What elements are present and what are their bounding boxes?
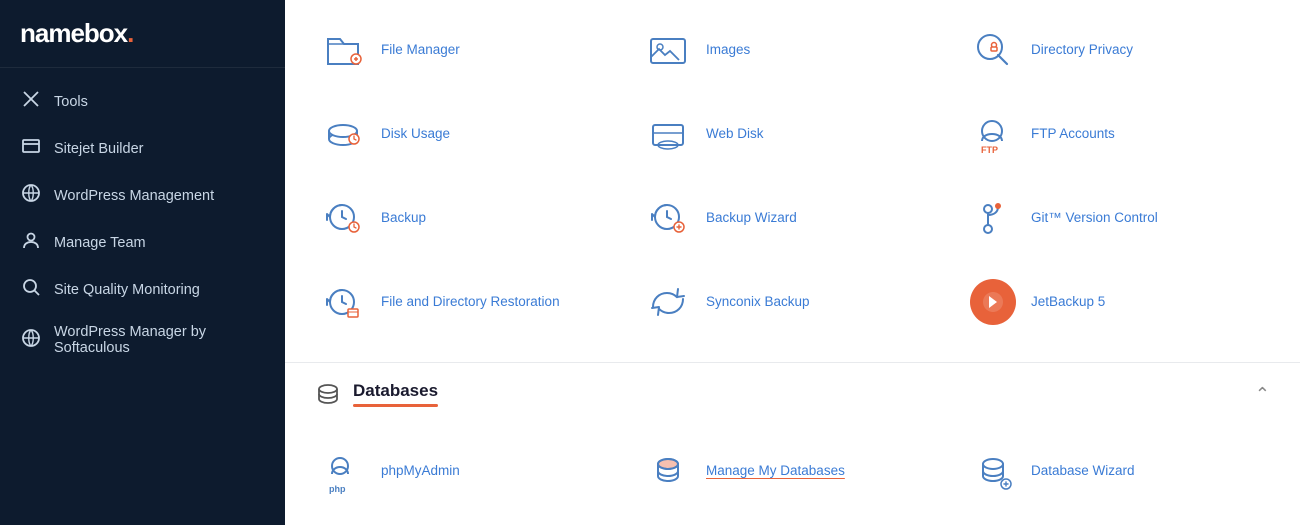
sidebar-item-tools[interactable]: Tools	[0, 78, 285, 125]
site-quality-label: Site Quality Monitoring	[54, 282, 200, 298]
manage-databases-icon	[644, 447, 692, 495]
sidebar-item-manage-team[interactable]: Manage Team	[0, 219, 285, 266]
file-manager-label: File Manager	[381, 41, 460, 59]
web-disk-label: Web Disk	[706, 125, 764, 143]
databases-grid: php phpMyAdmin Manage My Databases	[285, 421, 1300, 525]
databases-chevron[interactable]: ⌃	[1255, 384, 1270, 405]
backup-label: Backup	[381, 209, 426, 227]
web-disk-item[interactable]: Web Disk	[630, 94, 955, 174]
sidebar-item-wp-softaculous[interactable]: WordPress Manager by Softaculous	[0, 313, 285, 367]
file-manager-item[interactable]: File Manager	[305, 10, 630, 90]
backup-item[interactable]: Backup	[305, 178, 630, 258]
databases-section-header[interactable]: Databases ⌃	[285, 363, 1300, 421]
databases-icon	[315, 381, 341, 407]
database-wizard-item[interactable]: Database Wizard	[955, 431, 1280, 511]
svg-text:php: php	[329, 484, 346, 494]
site-quality-icon	[20, 277, 42, 302]
databases-section: Databases ⌃ php phpMyAdmin	[285, 363, 1300, 525]
sitejet-label: Sitejet Builder	[54, 141, 143, 157]
sidebar-item-site-quality[interactable]: Site Quality Monitoring	[0, 266, 285, 313]
images-label: Images	[706, 41, 750, 59]
main-content: File Manager Images	[285, 0, 1300, 525]
synconix-label: Synconix Backup	[706, 293, 810, 311]
ftp-accounts-label: FTP Accounts	[1031, 125, 1115, 143]
wordpress-label: WordPress Management	[54, 188, 214, 204]
wordpress-icon	[20, 183, 42, 208]
sidebar-item-sitejet[interactable]: Sitejet Builder	[0, 125, 285, 172]
sidebar-nav: Tools Sitejet Builder WordPress Manageme…	[0, 68, 285, 377]
tools-icon	[20, 89, 42, 114]
sidebar: namebox. Tools Sitejet Builder	[0, 0, 285, 525]
jetbackup5-label: JetBackup 5	[1031, 293, 1105, 311]
disk-usage-icon	[319, 110, 367, 158]
jetbackup-icon	[969, 278, 1017, 326]
wp-softaculous-icon	[20, 328, 42, 353]
manage-team-icon	[20, 230, 42, 255]
manage-databases-label: Manage My Databases	[706, 462, 845, 480]
images-item[interactable]: Images	[630, 10, 955, 90]
database-wizard-icon	[969, 447, 1017, 495]
manage-team-label: Manage Team	[54, 235, 146, 251]
files-section: File Manager Images	[285, 0, 1300, 363]
database-wizard-label: Database Wizard	[1031, 462, 1135, 480]
phpmyadmin-icon: php	[319, 447, 367, 495]
file-restore-icon	[319, 278, 367, 326]
phpmyadmin-item[interactable]: php phpMyAdmin	[305, 431, 630, 511]
images-icon	[644, 26, 692, 74]
logo-dot: .	[127, 18, 133, 48]
ftp-accounts-item[interactable]: FTP FTP Accounts	[955, 94, 1280, 174]
directory-privacy-icon	[969, 26, 1017, 74]
backup-wizard-item[interactable]: Backup Wizard	[630, 178, 955, 258]
synconix-backup-item[interactable]: Synconix Backup	[630, 262, 955, 342]
logo: namebox.	[0, 0, 285, 68]
databases-title: Databases	[353, 381, 438, 407]
sitejet-icon	[20, 136, 42, 161]
file-restore-label: File and Directory Restoration	[381, 293, 560, 311]
web-disk-icon	[644, 110, 692, 158]
directory-privacy-item[interactable]: Directory Privacy	[955, 10, 1280, 90]
svg-text:FTP: FTP	[981, 145, 998, 155]
ftp-accounts-icon: FTP	[969, 110, 1017, 158]
git-icon	[969, 194, 1017, 242]
files-grid: File Manager Images	[285, 0, 1300, 362]
file-manager-icon	[319, 26, 367, 74]
disk-usage-item[interactable]: Disk Usage	[305, 94, 630, 174]
disk-usage-label: Disk Usage	[381, 125, 450, 143]
databases-header-left: Databases	[315, 381, 438, 407]
remote-db-item[interactable]: Remote Database Access	[305, 515, 630, 525]
tools-label: Tools	[54, 94, 88, 110]
manage-databases-item[interactable]: Manage My Databases	[630, 431, 955, 511]
backup-wizard-icon	[644, 194, 692, 242]
git-version-control-item[interactable]: Git™ Version Control	[955, 178, 1280, 258]
directory-privacy-label: Directory Privacy	[1031, 41, 1133, 59]
jetbackup-circle	[970, 279, 1016, 325]
git-label: Git™ Version Control	[1031, 209, 1158, 227]
backup-icon	[319, 194, 367, 242]
synconix-icon	[644, 278, 692, 326]
sidebar-item-wordpress[interactable]: WordPress Management	[0, 172, 285, 219]
jetbackup5-item[interactable]: JetBackup 5	[955, 262, 1280, 342]
backup-wizard-label: Backup Wizard	[706, 209, 797, 227]
wp-softaculous-label: WordPress Manager by Softaculous	[54, 324, 265, 356]
file-directory-restore-item[interactable]: File and Directory Restoration	[305, 262, 630, 342]
phpmyadmin-label: phpMyAdmin	[381, 462, 460, 480]
